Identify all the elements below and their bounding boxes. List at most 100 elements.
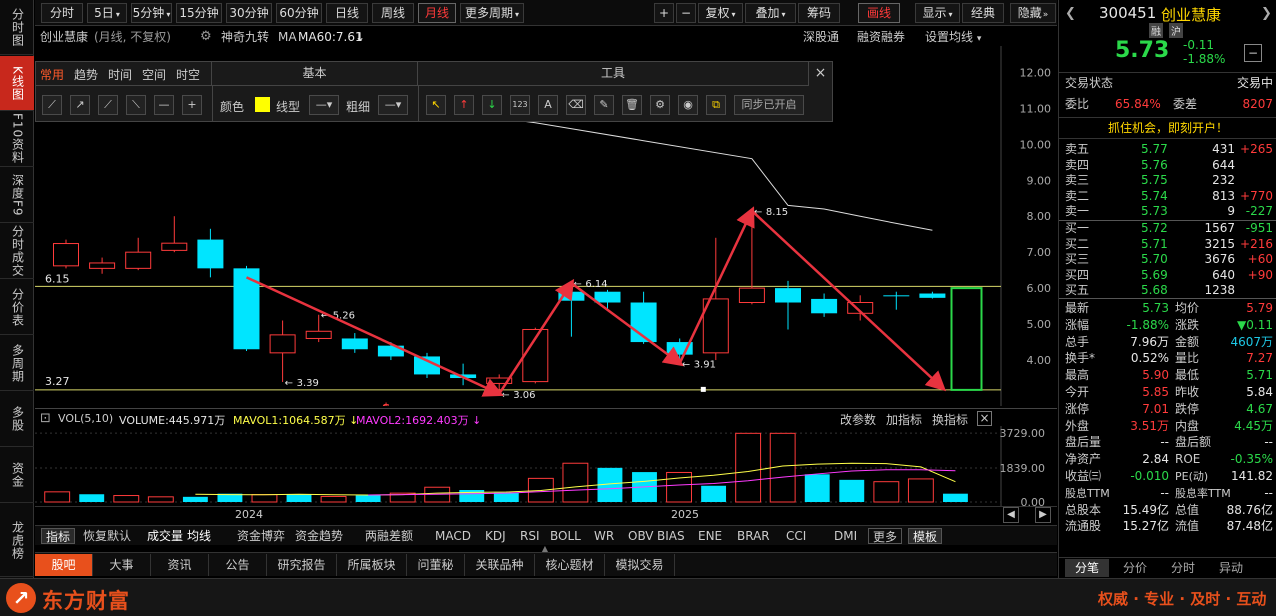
left-nav-item-9[interactable]: 龙虎榜 bbox=[0, 504, 34, 577]
indicator-3[interactable]: 均线 bbox=[187, 528, 211, 544]
eraser-icon[interactable]: ⌫ bbox=[566, 95, 586, 115]
indicator-1[interactable]: 恢复默认 bbox=[83, 528, 131, 544]
brush-icon[interactable]: ✎ bbox=[594, 95, 614, 115]
toolbar-btn-6[interactable]: 显示 ▾ bbox=[915, 3, 960, 23]
gear-icon[interactable]: ⚙ bbox=[650, 95, 670, 115]
indicator-name[interactable]: 神奇九转 bbox=[221, 28, 269, 46]
drawn-arrow-line[interactable] bbox=[570, 282, 684, 367]
sync-icon[interactable]: ⧉ bbox=[706, 95, 726, 115]
link-shenguotong[interactable]: 深股通 bbox=[803, 28, 839, 46]
bid-row[interactable]: 买五 5.68 1238 bbox=[1065, 282, 1273, 298]
cursor-icon[interactable]: ↖ bbox=[426, 95, 446, 115]
candle[interactable] bbox=[341, 333, 368, 353]
quote-tab-3[interactable]: 异动 bbox=[1209, 559, 1253, 577]
draw-tab-2[interactable]: 时间 bbox=[108, 66, 132, 83]
bottom-tab-2[interactable]: 资讯 bbox=[151, 554, 209, 576]
volume-chart[interactable]: 3729.00 1839.00 0.00 bbox=[35, 426, 1057, 506]
period-1[interactable]: 5日 ▾ bbox=[87, 3, 127, 23]
period-8[interactable]: 月线 bbox=[418, 3, 456, 23]
indicator-18[interactable]: 更多 bbox=[868, 528, 903, 544]
period-6[interactable]: 日线 bbox=[326, 3, 368, 23]
ask-row[interactable]: 卖一 5.73 9 -227 bbox=[1065, 203, 1273, 219]
period-9[interactable]: 更多周期 ▾ bbox=[460, 3, 524, 23]
candle[interactable] bbox=[811, 293, 838, 317]
candle[interactable] bbox=[522, 327, 549, 384]
indicator-17[interactable]: DMI bbox=[834, 528, 857, 544]
close-icon[interactable]: × bbox=[977, 411, 992, 426]
horizontal-line-icon[interactable]: — bbox=[154, 95, 174, 115]
left-nav-item-3[interactable]: 深度F9 bbox=[0, 168, 34, 223]
bottom-tab-1[interactable]: 大事 bbox=[93, 554, 151, 576]
ask-row[interactable]: 卖三 5.75 232 bbox=[1065, 172, 1273, 188]
candle[interactable] bbox=[702, 237, 729, 361]
width-select[interactable]: —▾ bbox=[378, 95, 408, 115]
candle[interactable] bbox=[847, 295, 874, 321]
bid-row[interactable]: 买一 5.72 1567 -951 bbox=[1065, 220, 1273, 236]
link-ma-settings[interactable]: 设置均线 ▾ bbox=[925, 28, 981, 46]
bottom-tab-8[interactable]: 核心题材 bbox=[535, 554, 605, 576]
event-marker-icon[interactable]: $ bbox=[382, 401, 390, 406]
indicator-7[interactable]: MACD bbox=[435, 528, 471, 544]
left-nav-item-0[interactable]: 分时图 bbox=[0, 0, 34, 55]
indicator-15[interactable]: BRAR bbox=[737, 528, 770, 544]
lock-icon[interactable]: ⊡ bbox=[40, 411, 51, 426]
indicator-5[interactable]: 资金趋势 bbox=[295, 528, 343, 544]
bottom-tab-0[interactable]: 股吧 bbox=[35, 554, 93, 576]
candle[interactable] bbox=[161, 216, 188, 253]
bid-row[interactable]: 买二 5.71 3215 +216 bbox=[1065, 236, 1273, 252]
close-icon[interactable]: × bbox=[808, 62, 832, 86]
bottom-tab-5[interactable]: 所属板块 bbox=[337, 554, 407, 576]
bid-row[interactable]: 买四 5.69 640 +90 bbox=[1065, 267, 1273, 283]
indicator-14[interactable]: ENE bbox=[698, 528, 722, 544]
reverse-line-icon[interactable]: ⟍ bbox=[126, 95, 146, 115]
indicator-2[interactable]: 成交量 bbox=[147, 528, 183, 544]
bottom-tab-7[interactable]: 关联品种 bbox=[465, 554, 535, 576]
draw-tab-0[interactable]: 常用 bbox=[40, 66, 64, 83]
quote-tab-0[interactable]: 分笔 bbox=[1065, 559, 1109, 577]
adjust-mode-label[interactable]: (月线, 不复权) bbox=[94, 28, 171, 46]
toolbar-btn-8[interactable]: 隐藏» bbox=[1010, 3, 1056, 23]
period-2[interactable]: 5分钟 ▾ bbox=[131, 3, 172, 23]
indicator-0[interactable]: 指标 bbox=[41, 528, 76, 544]
chevron-right-icon[interactable]: ❯ bbox=[1261, 6, 1272, 21]
indicator-13[interactable]: BIAS bbox=[657, 528, 685, 544]
color-swatch[interactable] bbox=[255, 97, 270, 112]
toolbar-btn-4[interactable]: 筹码 bbox=[798, 3, 840, 23]
period-5[interactable]: 60分钟 bbox=[276, 3, 322, 23]
number-icon[interactable]: 123 bbox=[510, 95, 530, 115]
toolbar-btn-1[interactable]: − bbox=[676, 3, 696, 23]
candle[interactable] bbox=[125, 237, 152, 271]
line-type-select[interactable]: —▾ bbox=[309, 95, 339, 115]
period-0[interactable]: 分时 bbox=[41, 3, 83, 23]
candle[interactable] bbox=[594, 289, 621, 310]
settings-icon[interactable]: ⚙ bbox=[200, 28, 212, 46]
scroll-left-icon[interactable]: ◀ bbox=[1003, 507, 1019, 523]
left-nav-item-4[interactable]: 分时成交 bbox=[0, 224, 34, 279]
candle[interactable] bbox=[89, 257, 116, 274]
ask-row[interactable]: 卖二 5.74 813 +770 bbox=[1065, 188, 1273, 204]
candle[interactable] bbox=[883, 291, 910, 310]
left-nav-item-8[interactable]: 资金 bbox=[0, 448, 34, 503]
draw-tab-1[interactable]: 趋势 bbox=[74, 66, 98, 83]
toolbar-btn-0[interactable]: + bbox=[654, 3, 674, 23]
indicator-4[interactable]: 资金博弈 bbox=[237, 528, 285, 544]
period-3[interactable]: 15分钟 bbox=[176, 3, 222, 23]
bottom-tab-4[interactable]: 研究报告 bbox=[267, 554, 337, 576]
toolbar-btn-3[interactable]: 叠加 ▾ bbox=[745, 3, 796, 23]
eye-icon[interactable]: ◉ bbox=[678, 95, 698, 115]
indicator-8[interactable]: KDJ bbox=[485, 528, 506, 544]
candle[interactable] bbox=[53, 239, 79, 269]
collapse-button[interactable]: − bbox=[1244, 44, 1262, 62]
indicator-12[interactable]: OBV bbox=[628, 528, 654, 544]
indicator-6[interactable]: 两融差额 bbox=[365, 528, 413, 544]
segment-icon[interactable]: ⟋ bbox=[98, 95, 118, 115]
scroll-right-icon[interactable]: ▶ bbox=[1035, 507, 1051, 523]
cross-icon[interactable]: + bbox=[182, 95, 202, 115]
chevron-left-icon[interactable]: ❮ bbox=[1065, 6, 1076, 21]
indicator-11[interactable]: WR bbox=[594, 528, 614, 544]
draw-tab-4[interactable]: 时空 bbox=[176, 66, 200, 83]
line-icon[interactable]: ⟋ bbox=[42, 95, 62, 115]
indicator-19[interactable]: 模板 bbox=[908, 528, 943, 544]
left-nav-item-7[interactable]: 多股 bbox=[0, 392, 34, 447]
trash-icon[interactable]: 🗑 bbox=[622, 95, 642, 115]
